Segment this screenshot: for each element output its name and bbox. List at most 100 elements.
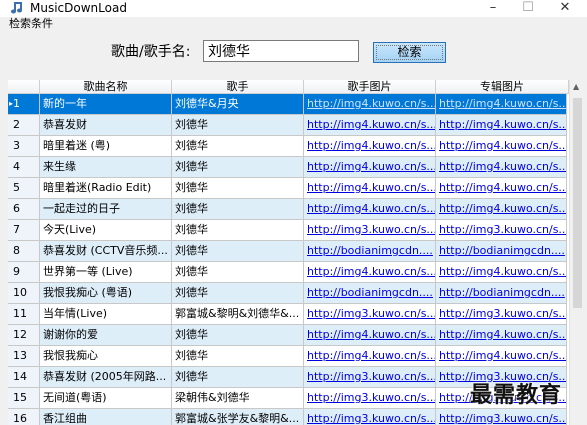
song-name-cell[interactable]: 我恨我痴心 (粤语) bbox=[40, 283, 172, 304]
artist-image-cell-text[interactable]: http://img4.kuwo.cn/s... bbox=[307, 349, 435, 362]
table-row[interactable]: ▸ 1 新的一年 刘德华&月央 http://img4.kuwo.cn/s... http… bbox=[8, 94, 569, 115]
artist-cell[interactable]: 郭富城&张学友&黎明&... bbox=[172, 409, 304, 425]
song-name-cell[interactable]: 世界第一等 (Live) bbox=[40, 262, 172, 283]
row-number-cell[interactable]: 9 bbox=[8, 262, 40, 283]
album-image-cell-text[interactable]: http://img4.kuwo.cn/s... bbox=[439, 265, 566, 278]
row-number-cell[interactable]: 3 bbox=[8, 136, 40, 157]
artist-cell[interactable]: 刘德华 bbox=[172, 241, 304, 262]
artist-image-cell-text[interactable]: http://img4.kuwo.cn/s... bbox=[307, 160, 435, 173]
minimize-button[interactable]: – bbox=[478, 0, 508, 16]
table-row[interactable]: 5 暗里着迷(Radio Edit) 刘德华 http://img4.kuwo.cn/… bbox=[8, 178, 569, 199]
header-album-image[interactable]: 专辑图片 bbox=[436, 80, 569, 94]
artist-image-cell-text[interactable]: http://bodianimgcdn.... bbox=[307, 286, 433, 299]
artist-image-cell[interactable]: http://bodianimgcdn.... bbox=[304, 241, 436, 262]
album-image-cell-text[interactable]: http://img4.kuwo.cn/s... bbox=[439, 118, 566, 131]
vertical-scrollbar[interactable]: ▲ bbox=[569, 80, 585, 425]
search-input[interactable] bbox=[203, 40, 359, 62]
song-name-cell[interactable]: 谢谢你的爱 bbox=[40, 325, 172, 346]
song-name-cell[interactable]: 当年情(Live) bbox=[40, 304, 172, 325]
song-name-cell[interactable]: 暗里着迷 (粤) bbox=[40, 136, 172, 157]
album-image-cell[interactable]: http://img3.kuwo.cn/s... bbox=[436, 304, 567, 325]
row-number-cell[interactable]: 11 bbox=[8, 304, 40, 325]
album-image-cell-text[interactable]: http://img3.kuwo.cn/s... bbox=[439, 223, 566, 236]
song-name-cell[interactable]: 无间道(粤语) bbox=[40, 388, 172, 409]
header-song-name[interactable]: 歌曲名称 bbox=[40, 80, 172, 94]
table-row[interactable]: 3 暗里着迷 (粤) 刘德华 http://img4.kuwo.cn/s... http… bbox=[8, 136, 569, 157]
song-name-cell[interactable]: 恭喜发财 (2005年网路... bbox=[40, 367, 172, 388]
close-button[interactable]: ✕ bbox=[550, 0, 580, 16]
artist-cell[interactable]: 刘德华 bbox=[172, 115, 304, 136]
artist-image-cell-text[interactable]: http://img4.kuwo.cn/s... bbox=[307, 181, 435, 194]
row-number-cell[interactable]: 10 bbox=[8, 283, 40, 304]
table-row[interactable]: 7 今天(Live) 刘德华 http://img3.kuwo.cn/s... http… bbox=[8, 220, 569, 241]
row-number-cell[interactable]: ▸ 1 bbox=[8, 94, 40, 115]
album-image-cell-text[interactable]: http://img4.kuwo.cn/s... bbox=[439, 328, 566, 341]
artist-cell[interactable]: 梁朝伟&刘德华 bbox=[172, 388, 304, 409]
album-image-cell-text[interactable]: http://img4.kuwo.cn/s... bbox=[439, 181, 566, 194]
artist-image-cell[interactable]: http://bodianimgcdn.... bbox=[304, 283, 436, 304]
table-row[interactable]: 12 谢谢你的爱 刘德华 http://img4.kuwo.cn/s... http:/… bbox=[8, 325, 569, 346]
row-number-cell[interactable]: 15 bbox=[8, 388, 40, 409]
album-image-cell-text[interactable]: http://img4.kuwo.cn/s... bbox=[439, 202, 566, 215]
album-image-cell[interactable]: http://img4.kuwo.cn/s... bbox=[436, 157, 567, 178]
artist-image-cell[interactable]: http://img4.kuwo.cn/s... bbox=[304, 115, 436, 136]
row-number-cell[interactable]: 16 bbox=[8, 409, 40, 425]
artist-cell[interactable]: 刘德华 bbox=[172, 178, 304, 199]
artist-image-cell-text[interactable]: http://img4.kuwo.cn/s... bbox=[307, 139, 435, 152]
artist-image-cell-text[interactable]: http://img3.kuwo.cn/s... bbox=[307, 391, 435, 404]
album-image-cell-text[interactable]: http://img4.kuwo.cn/s... bbox=[439, 97, 566, 110]
artist-image-cell-text[interactable]: http://img3.kuwo.cn/s... bbox=[307, 370, 435, 383]
album-image-cell[interactable]: http://bodianimgcdn.... bbox=[436, 283, 567, 304]
header-artist-image[interactable]: 歌手图片 bbox=[304, 80, 436, 94]
song-name-cell[interactable]: 香江组曲 bbox=[40, 409, 172, 425]
album-image-cell[interactable]: http://bodianimgcdn.... bbox=[436, 241, 567, 262]
artist-image-cell-text[interactable]: http://bodianimgcdn.... bbox=[307, 244, 433, 257]
row-number-cell[interactable]: 13 bbox=[8, 346, 40, 367]
artist-image-cell[interactable]: http://img4.kuwo.cn/s... bbox=[304, 136, 436, 157]
album-image-cell-text[interactable]: http://img3.kuwo.cn/s... bbox=[439, 412, 566, 425]
table-row[interactable]: 4 来生缘 刘德华 http://img4.kuwo.cn/s... http://im… bbox=[8, 157, 569, 178]
search-button[interactable]: 检索 bbox=[373, 42, 446, 63]
album-image-cell-text[interactable]: http://img3.kuwo.cn/s... bbox=[439, 307, 566, 320]
table-row[interactable]: 9 世界第一等 (Live) 刘德华 http://img4.kuwo.cn/s...… bbox=[8, 262, 569, 283]
artist-image-cell-text[interactable]: http://img4.kuwo.cn/s... bbox=[307, 202, 435, 215]
artist-image-cell-text[interactable]: http://img4.kuwo.cn/s... bbox=[307, 265, 435, 278]
results-grid[interactable]: 歌曲名称 歌手 歌手图片 专辑图片 ▸ 1 新的一年 刘德华&月央 http://img… bbox=[8, 80, 569, 425]
artist-cell[interactable]: 刘德华 bbox=[172, 262, 304, 283]
song-name-cell[interactable]: 恭喜发财 (CCTV音乐频... bbox=[40, 241, 172, 262]
artist-image-cell[interactable]: http://img4.kuwo.cn/s... bbox=[304, 325, 436, 346]
album-image-cell[interactable]: http://img4.kuwo.cn/s... bbox=[436, 115, 567, 136]
header-artist[interactable]: 歌手 bbox=[172, 80, 304, 94]
song-name-cell[interactable]: 恭喜发财 bbox=[40, 115, 172, 136]
album-image-cell-text[interactable]: http://bodianimgcdn.... bbox=[439, 286, 565, 299]
artist-image-cell-text[interactable]: http://img4.kuwo.cn/s... bbox=[307, 328, 435, 341]
artist-cell[interactable]: 刘德华 bbox=[172, 325, 304, 346]
artist-image-cell[interactable]: http://img4.kuwo.cn/s... bbox=[304, 346, 436, 367]
album-image-cell[interactable]: http://img4.kuwo.cn/s... bbox=[436, 136, 567, 157]
table-row[interactable]: 10 我恨我痴心 (粤语) 刘德华 http://bodianimgcdn.... ht… bbox=[8, 283, 569, 304]
table-row[interactable]: 11 当年情(Live) 郭富城&黎明&刘德华&... http://img3.kuw… bbox=[8, 304, 569, 325]
album-image-cell-text[interactable]: http://img4.kuwo.cn/s... bbox=[439, 160, 566, 173]
album-image-cell-text[interactable]: http://img4.kuwo.cn/s... bbox=[439, 139, 566, 152]
artist-cell[interactable]: 刘德华 bbox=[172, 346, 304, 367]
artist-image-cell[interactable]: http://img3.kuwo.cn/s... bbox=[304, 367, 436, 388]
album-image-cell[interactable]: http://img4.kuwo.cn/s... bbox=[436, 178, 567, 199]
album-image-cell[interactable]: http://img3.kuwo.cn/s... bbox=[436, 409, 567, 425]
album-image-cell-text[interactable]: http://bodianimgcdn.... bbox=[439, 244, 565, 257]
artist-image-cell-text[interactable]: http://img4.kuwo.cn/s... bbox=[307, 118, 435, 131]
album-image-cell[interactable]: http://img3.kuwo.cn/s... bbox=[436, 220, 567, 241]
artist-image-cell-text[interactable]: http://img4.kuwo.cn/s... bbox=[307, 97, 435, 110]
artist-image-cell-text[interactable]: http://img3.kuwo.cn/s... bbox=[307, 307, 435, 320]
artist-image-cell[interactable]: http://img3.kuwo.cn/s... bbox=[304, 304, 436, 325]
artist-cell[interactable]: 刘德华 bbox=[172, 157, 304, 178]
row-number-cell[interactable]: 8 bbox=[8, 241, 40, 262]
table-row[interactable]: 2 恭喜发财 刘德华 http://img4.kuwo.cn/s... http://i… bbox=[8, 115, 569, 136]
song-name-cell[interactable]: 一起走过的日子 bbox=[40, 199, 172, 220]
artist-image-cell-text[interactable]: http://img3.kuwo.cn/s... bbox=[307, 412, 435, 425]
artist-cell[interactable]: 刘德华&月央 bbox=[172, 94, 304, 115]
artist-image-cell[interactable]: http://img3.kuwo.cn/s... bbox=[304, 409, 436, 425]
row-number-cell[interactable]: 7 bbox=[8, 220, 40, 241]
artist-image-cell[interactable]: http://img3.kuwo.cn/s... bbox=[304, 388, 436, 409]
artist-image-cell[interactable]: http://img3.kuwo.cn/s... bbox=[304, 220, 436, 241]
artist-cell[interactable]: 刘德华 bbox=[172, 136, 304, 157]
